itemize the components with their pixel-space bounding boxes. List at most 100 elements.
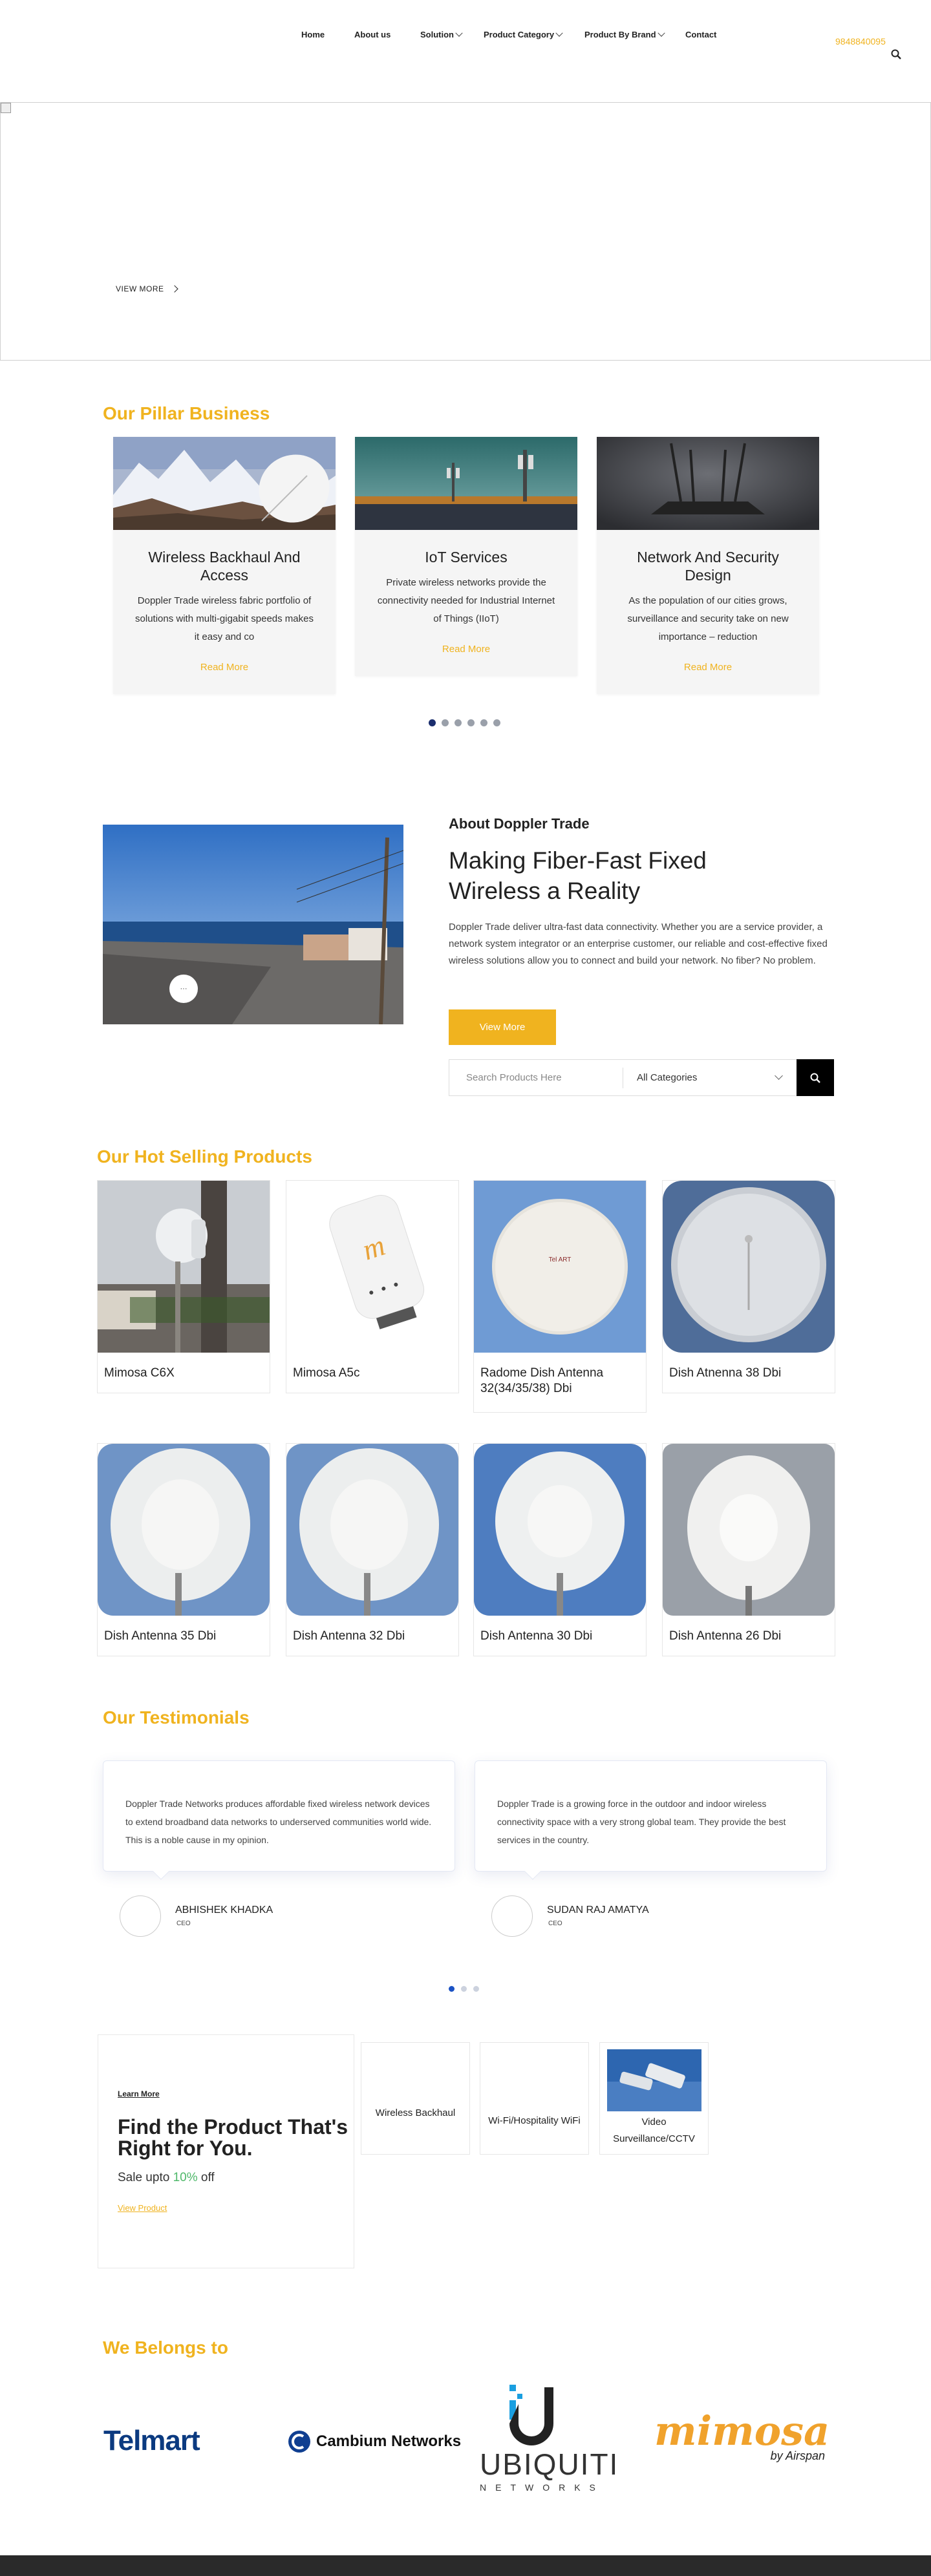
telmart-logo: Telmart — [103, 2425, 200, 2456]
carousel-dot[interactable] — [493, 719, 500, 726]
category-label: Wireless Backhaul — [375, 2107, 456, 2118]
pillar-card-text: Doppler Trade wireless fabric portfolio … — [135, 595, 314, 642]
main-nav: Home About us Solution Product Category … — [0, 26, 931, 45]
carousel-dot[interactable] — [455, 719, 462, 726]
about-text: Doppler Trade deliver ultra-fast data co… — [449, 922, 828, 966]
sale-text: Sale upto 10% off — [118, 2171, 215, 2185]
product-image-dish-35 — [98, 1444, 270, 1616]
product-card[interactable]: Mimosa C6X — [97, 1180, 270, 1393]
speech-tail — [524, 1863, 541, 1880]
pillar-card-text: Private wireless networks provide the co… — [377, 577, 555, 624]
product-card[interactable]: Dish Atnenna 38 Dbi — [662, 1180, 835, 1393]
testimonial-name: SUDAN RAJ AMATYA — [547, 1905, 649, 1916]
testimonial-card: Doppler Trade is a growing force in the … — [475, 1760, 827, 1880]
product-card[interactable]: Dish Antenna 35 Dbi — [97, 1443, 270, 1656]
product-card[interactable]: Tel ART Radome Dish Antenna 32(34/35/38)… — [473, 1180, 647, 1413]
router-image — [597, 437, 819, 530]
category-tile-cctv[interactable]: Video Surveillance/CCTV — [599, 2042, 709, 2155]
ubiquiti-logo-subtext: NETWORKS — [480, 2482, 605, 2493]
sale-percent: 10% — [173, 2171, 198, 2184]
product-card[interactable]: m Mimosa A5c — [286, 1180, 459, 1393]
carousel-dot[interactable] — [467, 719, 475, 726]
cambium-logo: Cambium Networks — [288, 2430, 461, 2453]
product-name: Radome Dish Antenna 32(34/35/38) Dbi — [480, 1366, 604, 1395]
testimonial-text: Doppler Trade Networks produces affordab… — [125, 1799, 432, 1845]
find-product-panel: Learn More Find the Product That's Right… — [98, 2034, 354, 2268]
carousel-dot[interactable] — [429, 719, 436, 726]
carousel-dot[interactable] — [461, 1986, 467, 1992]
nav-solution-label: Solution — [420, 30, 454, 39]
speech-tail — [153, 1863, 169, 1880]
view-more-button[interactable]: View More — [449, 1009, 556, 1045]
nav-product-category[interactable]: Product Category — [484, 29, 563, 39]
coastal-rooftop-image — [103, 825, 403, 1024]
nav-home[interactable]: Home — [301, 30, 325, 39]
read-more-link[interactable]: Read More — [597, 662, 819, 673]
nav-solution[interactable]: Solution — [420, 29, 463, 39]
product-image-mimosa-a5c: m — [286, 1181, 458, 1353]
phone-number[interactable]: 9848840095 — [835, 36, 886, 47]
category-label: Wi-Fi/Hospitality WiFi — [488, 2115, 581, 2126]
mimosa-logo-text: mimosa — [654, 2407, 830, 2455]
testimonial-text: Doppler Trade is a growing force in the … — [497, 1799, 786, 1845]
product-name: Mimosa C6X — [104, 1366, 175, 1380]
avatar — [491, 1895, 533, 1937]
mimosa-logo: mimosa by Airspan — [654, 2411, 829, 2463]
product-name: Dish Antenna 30 Dbi — [480, 1629, 593, 1643]
pillar-carousel-dots — [429, 719, 500, 726]
product-name: Mimosa A5c — [293, 1366, 360, 1380]
product-card[interactable]: Dish Antenna 32 Dbi — [286, 1443, 459, 1656]
arrow-right-icon — [170, 285, 178, 293]
read-more-link[interactable]: Read More — [113, 662, 336, 673]
product-image-dish-26 — [663, 1444, 835, 1616]
learn-more-link[interactable]: Learn More — [118, 2089, 160, 2098]
product-name: Dish Atnenna 38 Dbi — [669, 1366, 782, 1380]
pillar-card-text: As the population of our cities grows, s… — [627, 595, 789, 642]
nav-contact[interactable]: Contact — [685, 30, 716, 39]
about-heading: Making Fiber-Fast Fixed Wireless a Reali… — [449, 847, 707, 904]
search-input[interactable] — [449, 1060, 624, 1095]
search-icon[interactable] — [891, 49, 901, 59]
hero-image-placeholder — [1, 103, 11, 113]
view-more-link[interactable]: VIEW MORE — [116, 284, 178, 293]
chevron-down-icon — [455, 29, 463, 37]
read-more-link[interactable]: Read More — [355, 644, 577, 655]
category-select[interactable]: All Categories — [637, 1060, 792, 1095]
category-tile-wifi[interactable]: Wi-Fi/Hospitality WiFi — [480, 2042, 589, 2155]
nav-product-by-brand[interactable]: Product By Brand — [584, 29, 665, 39]
cctv-camera-image — [606, 2049, 701, 2111]
carousel-dot[interactable] — [449, 1986, 455, 1992]
view-product-link[interactable]: View Product — [118, 2203, 167, 2213]
chevron-down-icon — [555, 29, 563, 37]
product-card[interactable]: Dish Antenna 30 Dbi — [473, 1443, 647, 1656]
search-button[interactable] — [797, 1059, 834, 1096]
chevron-down-icon — [657, 29, 665, 37]
product-name: Dish Antenna 35 Dbi — [104, 1629, 217, 1643]
product-card[interactable]: Dish Antenna 26 Dbi — [662, 1443, 835, 1656]
chevron-down-icon — [775, 1072, 783, 1080]
category-tile-wireless-backhaul[interactable]: Wireless Backhaul — [361, 2042, 470, 2155]
ubiquiti-mark-icon — [509, 2385, 553, 2445]
cambium-mark-icon — [288, 2431, 310, 2453]
cambium-logo-text: Cambium Networks — [316, 2433, 462, 2450]
sale-prefix: Sale upto — [118, 2171, 173, 2184]
product-image-dish-38 — [663, 1181, 835, 1353]
ubiquiti-logo: UBIQUITI NETWORKS — [480, 2385, 619, 2493]
belongs-section-title: We Belongs to — [103, 2338, 228, 2358]
ubiquiti-logo-text: UBIQUITI — [480, 2447, 619, 2481]
hero-banner: VIEW MORE — [0, 102, 931, 361]
play-video-button[interactable]: ··· — [169, 975, 198, 1003]
products-section-title: Our Hot Selling Products — [97, 1146, 312, 1167]
pillar-card-wireless: Wireless Backhaul And Access Doppler Tra… — [113, 437, 336, 694]
view-more-label: VIEW MORE — [116, 284, 164, 293]
product-search-bar: All Categories — [449, 1059, 834, 1096]
pillar-card-network: Network And Security Design As the popul… — [597, 437, 819, 694]
carousel-dot[interactable] — [480, 719, 487, 726]
category-label: Video Surveillance/CCTV — [613, 2117, 695, 2144]
nav-about-us[interactable]: About us — [354, 30, 391, 39]
product-name: Dish Antenna 26 Dbi — [669, 1629, 782, 1643]
carousel-dot[interactable] — [442, 719, 449, 726]
carousel-dot[interactable] — [473, 1986, 479, 1992]
avatar — [120, 1895, 161, 1937]
testimonials-section-title: Our Testimonials — [103, 1707, 250, 1727]
